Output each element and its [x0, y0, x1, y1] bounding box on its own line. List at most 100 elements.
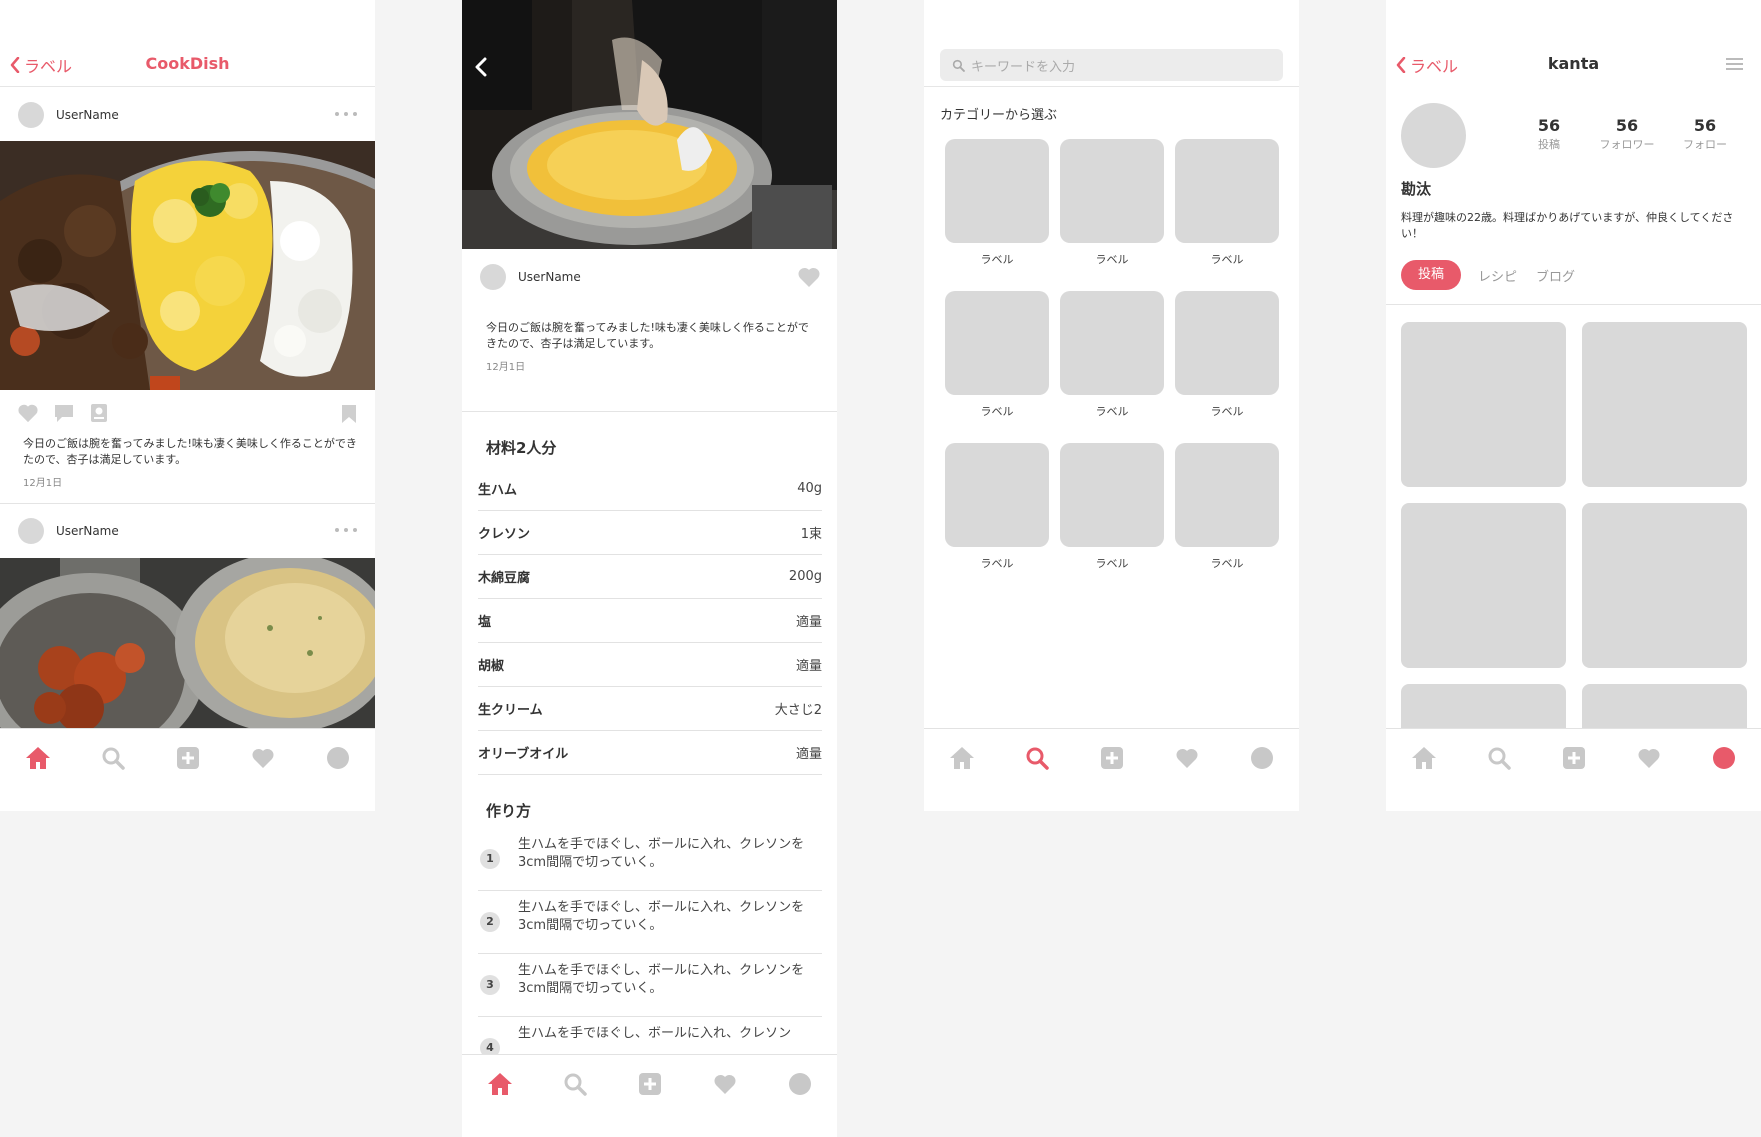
profile-icon [1712, 747, 1735, 769]
tab-favorites[interactable] [710, 1069, 740, 1099]
avatar[interactable] [1401, 103, 1466, 168]
post-photo[interactable] [0, 558, 375, 728]
category-item[interactable]: ラベル [945, 139, 1049, 267]
step-number: 2 [480, 912, 500, 932]
category-thumb [1060, 443, 1164, 547]
tab-blog[interactable]: ブログ [1536, 266, 1575, 285]
category-thumb [945, 443, 1049, 547]
category-item[interactable]: ラベル [1175, 291, 1279, 419]
post-caption: 今日のご飯は腕を奮ってみました!味も凄く美味しく作ることができたので、杏子は満足… [23, 437, 357, 466]
category-thumb [1060, 139, 1164, 243]
tab-home[interactable] [23, 743, 53, 773]
stat-posts[interactable]: 56 投稿 [1514, 116, 1584, 152]
tab-home[interactable] [485, 1069, 515, 1099]
post-thumb[interactable] [1582, 503, 1747, 668]
category-item[interactable]: ラベル [1175, 139, 1279, 267]
chevron-left-icon[interactable] [474, 57, 488, 77]
avatar[interactable] [18, 101, 44, 128]
tab-profile[interactable] [1247, 743, 1277, 773]
heart-icon [1175, 748, 1198, 768]
tab-add[interactable] [173, 743, 203, 773]
heart-icon[interactable] [17, 403, 39, 423]
tab-bar [462, 1054, 837, 1137]
comment-icon[interactable] [54, 404, 74, 423]
username[interactable]: UserName [56, 108, 119, 122]
tab-search[interactable] [98, 743, 128, 773]
category-item[interactable]: ラベル [1060, 443, 1164, 571]
step-text: 生ハムを手でほぐし、ボールに入れ、クレソンを3cm間隔で切っていく。 [518, 900, 805, 933]
search-screen: キーワードを入力 カテゴリーから選ぶ ラベル ラベル ラベル ラベル ラベル ラ… [924, 0, 1299, 811]
username[interactable]: UserName [56, 524, 119, 538]
home-icon [25, 747, 50, 769]
category-thumb [1175, 443, 1279, 547]
app-title: CookDish [145, 54, 230, 73]
tab-bar [0, 728, 375, 811]
category-item[interactable]: ラベル [945, 443, 1049, 571]
tab-search[interactable] [1022, 743, 1052, 773]
tab-favorites[interactable] [1634, 743, 1664, 773]
avatar[interactable] [18, 517, 44, 544]
tab-add[interactable] [635, 1069, 665, 1099]
post-thumb[interactable] [1401, 322, 1566, 487]
ingredient-row: 塩適量 [478, 599, 822, 643]
category-thumb [1175, 291, 1279, 395]
heart-icon[interactable] [797, 266, 821, 288]
ingredient-row: 生ハム 40g [478, 467, 822, 511]
more-options-icon[interactable] [335, 528, 357, 532]
add-icon [176, 747, 199, 769]
tab-posts[interactable]: 投稿 [1401, 260, 1461, 290]
tab-search[interactable] [1484, 743, 1514, 773]
search-placeholder: キーワードを入力 [971, 59, 1076, 75]
step-item: 3 生ハムを手でほぐし、ボールに入れ、クレソンを3cm間隔で切っていく。 [478, 954, 822, 1017]
ingredient-row: 生クリーム 大さじ2 [478, 687, 822, 731]
display-name: 勘汰 [1401, 180, 1432, 198]
tab-favorites[interactable] [1172, 743, 1202, 773]
feed-header: ラベル CookDish [0, 0, 375, 87]
post-thumb[interactable] [1401, 503, 1566, 668]
username[interactable]: UserName [518, 270, 581, 284]
tab-recipes[interactable]: レシピ [1478, 266, 1517, 285]
home-icon [487, 1073, 512, 1095]
category-thumb [945, 139, 1049, 243]
post-thumb[interactable] [1582, 322, 1747, 487]
menu-icon[interactable] [1726, 58, 1743, 71]
category-item[interactable]: ラベル [1060, 139, 1164, 267]
tab-add[interactable] [1559, 743, 1589, 773]
more-options-icon[interactable] [335, 112, 357, 116]
add-icon [638, 1073, 661, 1095]
search-icon [102, 747, 125, 770]
bookmark-icon[interactable] [341, 404, 357, 424]
ingredient-row: 胡椒 適量 [478, 643, 822, 687]
tab-profile[interactable] [785, 1069, 815, 1099]
category-item[interactable]: ラベル [1175, 443, 1279, 571]
tab-profile[interactable] [323, 743, 353, 773]
add-icon [1100, 747, 1123, 769]
tab-bar [1386, 728, 1761, 811]
tab-favorites[interactable] [248, 743, 278, 773]
category-thumb [945, 291, 1049, 395]
stat-followers[interactable]: 56 フォロワー [1592, 116, 1662, 152]
step-text: 生ハムを手でほぐし、ボールに入れ、クレソン [518, 1026, 792, 1041]
post-photo[interactable] [0, 141, 375, 390]
post-actions [17, 403, 357, 425]
home-icon [1411, 747, 1436, 769]
search-icon [564, 1073, 587, 1096]
stat-following[interactable]: 56 フォロー [1670, 116, 1740, 152]
search-header: キーワードを入力 [924, 0, 1299, 87]
step-text: 生ハムを手でほぐし、ボールに入れ、クレソンを3cm間隔で切っていく。 [518, 963, 805, 996]
tab-search[interactable] [560, 1069, 590, 1099]
recipe-photo [462, 0, 837, 249]
tab-profile[interactable] [1709, 743, 1739, 773]
profile-icon [788, 1073, 811, 1095]
recipe-card-icon[interactable] [90, 403, 108, 423]
steps-title: 作り方 [486, 802, 532, 820]
category-thumb [1175, 139, 1279, 243]
tab-add[interactable] [1097, 743, 1127, 773]
tab-home[interactable] [947, 743, 977, 773]
search-input[interactable]: キーワードを入力 [940, 49, 1283, 81]
category-item[interactable]: ラベル [1060, 291, 1164, 419]
tab-home[interactable] [1409, 743, 1439, 773]
avatar[interactable] [480, 263, 506, 290]
category-item[interactable]: ラベル [945, 291, 1049, 419]
category-thumb [1060, 291, 1164, 395]
